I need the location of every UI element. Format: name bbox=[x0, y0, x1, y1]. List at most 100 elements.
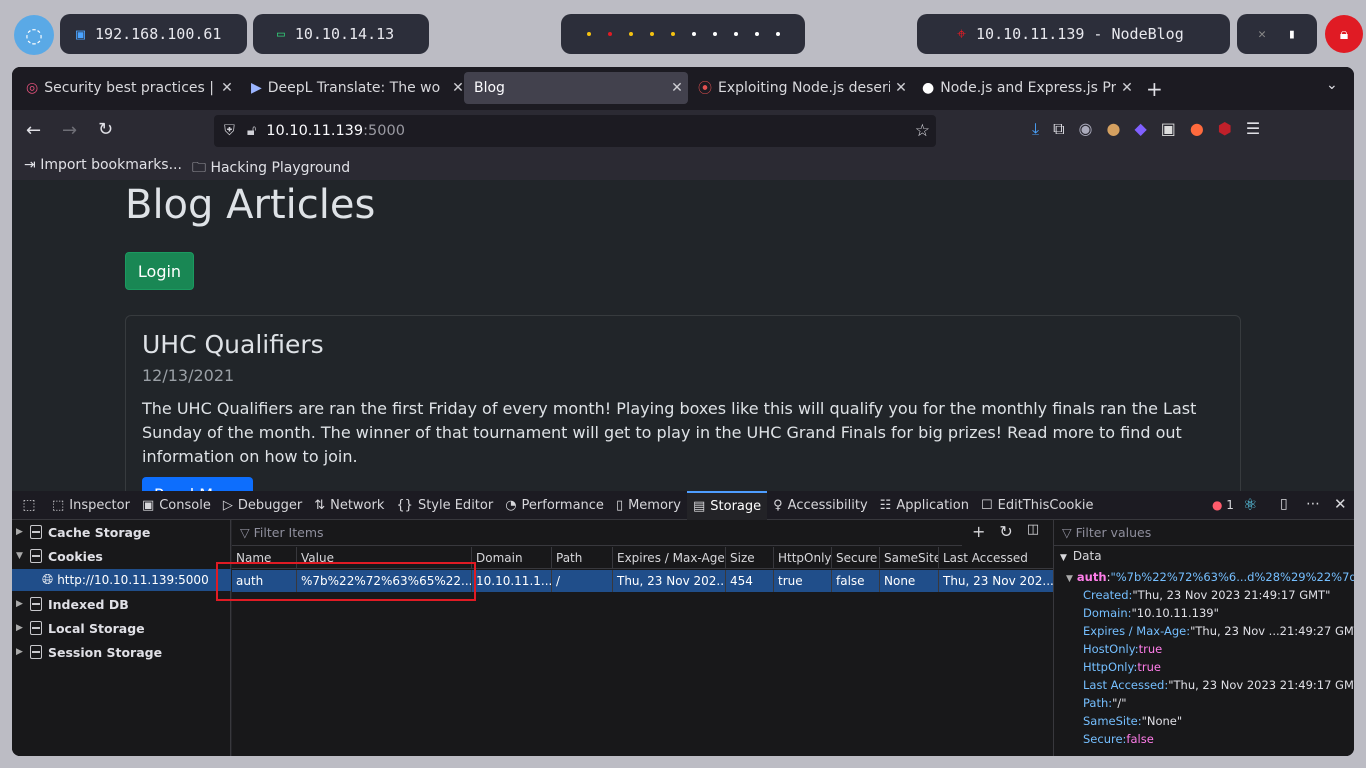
gauge-icon: ◔ bbox=[505, 497, 517, 513]
tab-security[interactable]: ◎ Security best practices | ✕ bbox=[16, 72, 238, 104]
tab-memory[interactable]: ▯ Memory bbox=[610, 491, 687, 520]
workspace-indicator[interactable] bbox=[561, 14, 805, 54]
wappalyzer-icon[interactable]: ◆ bbox=[1134, 119, 1146, 139]
workspace-dot[interactable] bbox=[586, 32, 591, 36]
target-widget[interactable]: ⌖ 10.10.11.139 - NodeBlog bbox=[917, 14, 1230, 54]
debian-swirl-icon: ◌ bbox=[25, 23, 43, 47]
toggle-sidebar-icon[interactable]: ◫ bbox=[1027, 522, 1039, 541]
col-expires[interactable]: Expires / Max-Age bbox=[613, 547, 726, 569]
storage-icon bbox=[30, 597, 42, 611]
tab-nodejs[interactable]: ● Node.js and Express.js Pr ✕ bbox=[912, 72, 1138, 104]
browser-window: ◎ Security best practices | ✕ ▶ DeepL Tr… bbox=[12, 67, 1354, 756]
more-options-icon[interactable]: ⋯ bbox=[1306, 496, 1320, 512]
close-tab-icon[interactable]: ✕ bbox=[666, 80, 688, 96]
data-secure: Secure:false bbox=[1083, 732, 1154, 746]
close-devtools-icon[interactable]: ✕ bbox=[1334, 495, 1347, 513]
tree-cache-storage[interactable]: ▶ Cache Storage bbox=[12, 521, 231, 543]
tab-storage[interactable]: ▤ Storage bbox=[686, 490, 768, 520]
workspace-dot[interactable] bbox=[670, 32, 675, 36]
debian-favicon-icon: ◎ bbox=[26, 80, 39, 96]
back-icon[interactable]: ← bbox=[26, 120, 41, 141]
filter-toolbar-actions: + ↻ ◫ bbox=[972, 522, 1039, 541]
workspace-dot[interactable] bbox=[733, 32, 738, 36]
tab-accessibility[interactable]: ♀ Accessibility bbox=[767, 491, 874, 520]
tree-local-storage[interactable]: ▶ Local Storage bbox=[12, 617, 231, 639]
tray-widget[interactable]: ✕ ▮ bbox=[1237, 14, 1317, 54]
close-tab-icon[interactable]: ✕ bbox=[890, 80, 912, 96]
lock-screen-button[interactable]: 🔒︎ bbox=[1325, 15, 1363, 53]
bookmark-star-icon[interactable]: ☆ bbox=[915, 121, 930, 141]
hacking-playground-folder[interactable]: 🗀︎ Hacking Playground bbox=[192, 157, 350, 181]
url-bar[interactable]: ⛨ 🔓︎ 10.10.11.139 :5000 ☆ bbox=[214, 115, 936, 147]
tab-exploiting[interactable]: ⦿ Exploiting Node.js deseri ✕ bbox=[688, 72, 912, 104]
tab-inspector[interactable]: ⬚ Inspector bbox=[46, 491, 136, 520]
devtools-tabbar: ⬚ ⬚ Inspector ▣ Console ▷ Debugger ⇅ Network… bbox=[12, 490, 1354, 520]
data-section-header[interactable]: ▼ Data bbox=[1060, 549, 1102, 563]
login-button[interactable]: Login bbox=[125, 252, 194, 290]
col-httponly[interactable]: HttpOnly bbox=[774, 547, 832, 569]
mute-icon[interactable]: ✕ bbox=[1258, 27, 1266, 42]
new-tab-button[interactable]: + bbox=[1146, 77, 1163, 101]
cell-path: / bbox=[552, 570, 613, 592]
vpn-ip-widget[interactable]: ▭ 10.10.14.13 bbox=[253, 14, 429, 54]
foxyproxy-icon[interactable]: ◉ bbox=[1079, 119, 1093, 139]
menu-icon[interactable]: ☰ bbox=[1246, 119, 1260, 139]
tab-editthiscookie[interactable]: ☐ EditThisCookie bbox=[975, 491, 1100, 520]
url-port: :5000 bbox=[363, 123, 405, 139]
extensions-icon[interactable]: ⧉ bbox=[1053, 119, 1064, 139]
workspace-dot[interactable] bbox=[712, 32, 717, 36]
workspace-dot[interactable] bbox=[754, 32, 759, 36]
os-launcher-button[interactable]: ◌ bbox=[14, 15, 54, 55]
user-agent-icon[interactable]: ▣ bbox=[1161, 119, 1176, 139]
responsive-mode-icon[interactable]: ▯ bbox=[1280, 496, 1288, 512]
tab-performance[interactable]: ◔ Performance bbox=[499, 491, 610, 520]
lock-icon: 🔒︎ bbox=[1339, 24, 1349, 43]
col-domain[interactable]: Domain bbox=[472, 547, 552, 569]
list-tabs-chevron-icon[interactable]: ⌄ bbox=[1326, 77, 1338, 93]
import-bookmarks-link[interactable]: ⇥ Import bookmarks... bbox=[24, 157, 182, 173]
reload-icon[interactable]: ↻ bbox=[98, 119, 113, 140]
host-ip-widget[interactable]: ▣ 192.168.100.61 bbox=[60, 14, 247, 54]
tree-session-storage[interactable]: ▶ Session Storage bbox=[12, 641, 231, 663]
add-item-icon[interactable]: + bbox=[972, 522, 985, 541]
workspace-dot[interactable] bbox=[691, 32, 696, 36]
close-tab-icon[interactable]: ✕ bbox=[216, 80, 238, 96]
tab-application[interactable]: ☷ Application bbox=[874, 491, 975, 520]
workspace-dot[interactable] bbox=[775, 32, 780, 36]
forward-icon[interactable]: → bbox=[62, 120, 77, 141]
filter-values-input[interactable]: ▽ Filter values bbox=[1054, 520, 1354, 546]
cookie-icon[interactable]: ● bbox=[1106, 119, 1120, 139]
accessibility-icon: ♀ bbox=[773, 497, 783, 513]
col-last-accessed[interactable]: Last Accessed bbox=[939, 547, 1053, 569]
tree-indexed-db[interactable]: ▶ Indexed DB bbox=[12, 593, 231, 615]
downloads-icon[interactable]: ⤓ bbox=[1032, 119, 1039, 139]
tab-blog[interactable]: Blog ✕ bbox=[464, 72, 688, 104]
close-tab-icon[interactable]: ✕ bbox=[1116, 80, 1138, 96]
refresh-icon[interactable]: ↻ bbox=[999, 522, 1012, 541]
folder-label: Hacking Playground bbox=[210, 160, 351, 176]
tab-console[interactable]: ▣ Console bbox=[136, 491, 217, 520]
tab-network[interactable]: ⇅ Network bbox=[308, 491, 390, 520]
hacktools-icon[interactable]: ● bbox=[1190, 119, 1204, 139]
read-more-button[interactable]: Read More bbox=[142, 477, 253, 491]
react-icon[interactable]: ⚛ bbox=[1243, 495, 1257, 514]
folder-icon: 🗀︎ bbox=[192, 160, 206, 176]
tab-deepl[interactable]: ▶ DeepL Translate: The wo ✕ bbox=[241, 72, 469, 104]
col-samesite[interactable]: SameSite bbox=[880, 547, 939, 569]
col-secure[interactable]: Secure bbox=[832, 547, 880, 569]
ublock-icon[interactable]: ⬢ bbox=[1218, 119, 1232, 139]
data-root[interactable]: ▼ auth:"%7b%22%72%63%6...d%28%29%22%7d" bbox=[1066, 570, 1354, 584]
workspace-dot[interactable] bbox=[628, 32, 633, 36]
tree-origin-selected[interactable]: 🌐︎ http://10.10.11.139:5000 bbox=[12, 569, 231, 591]
error-badge[interactable]: ● 1 bbox=[1212, 498, 1234, 512]
workspace-dot[interactable] bbox=[649, 32, 654, 36]
col-size[interactable]: Size bbox=[726, 547, 774, 569]
tab-debugger[interactable]: ▷ Debugger bbox=[217, 491, 308, 520]
col-path[interactable]: Path bbox=[552, 547, 613, 569]
tab-style-editor[interactable]: {} Style Editor bbox=[390, 491, 499, 520]
filter-items-input[interactable]: ▽ Filter Items bbox=[232, 520, 962, 546]
element-picker-icon[interactable]: ⬚ bbox=[12, 497, 46, 513]
workspace-dot[interactable] bbox=[607, 32, 612, 36]
cell-samesite: None bbox=[880, 570, 939, 592]
tree-cookies[interactable]: ▼ Cookies bbox=[12, 545, 231, 567]
